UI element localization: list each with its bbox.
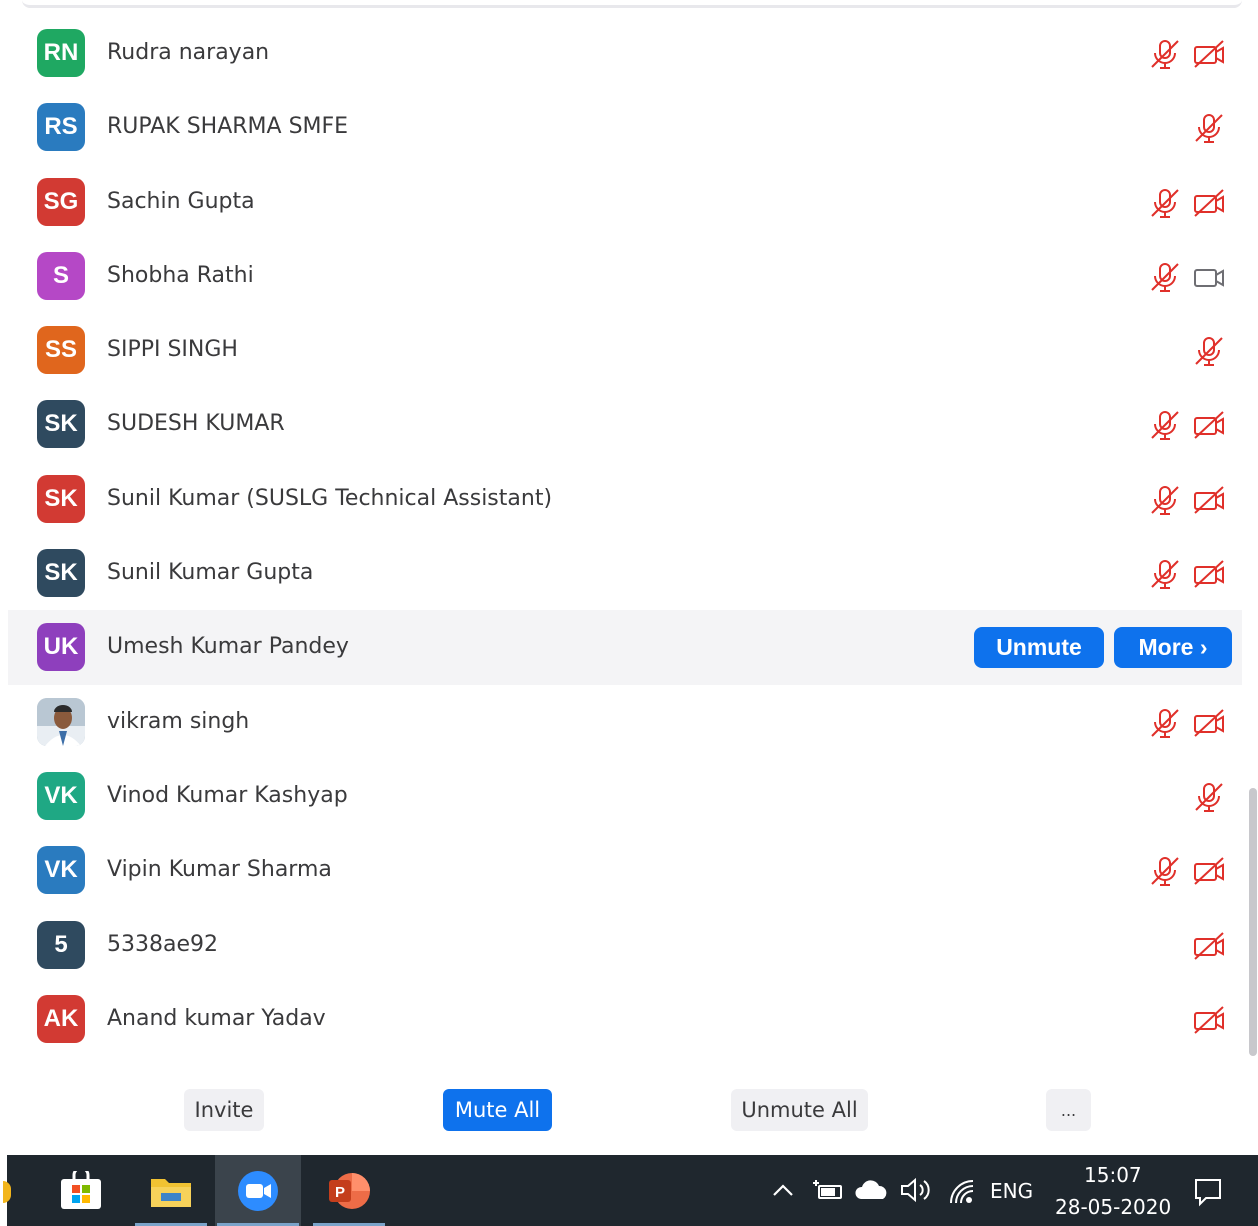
partial-app-icon[interactable] (3, 1181, 11, 1203)
participant-name: Rudra narayan (107, 40, 270, 65)
video-off-icon[interactable] (1192, 558, 1226, 590)
participant-row[interactable]: S Shobha Rathi (8, 239, 1242, 313)
video-off-icon[interactable] (1192, 409, 1226, 441)
participant-row[interactable]: RN Rudra narayan (8, 16, 1242, 90)
participant-row[interactable]: SG Sachin Gupta (8, 165, 1242, 239)
mic-muted-icon[interactable] (1148, 484, 1182, 516)
unmute-participant-button[interactable]: Unmute (974, 627, 1104, 669)
clock-date[interactable]: 28-05-2020 (1055, 1195, 1171, 1219)
avatar: SK (37, 474, 85, 523)
input-language[interactable]: ENG (990, 1179, 1033, 1203)
participant-row[interactable]: SK SUDESH KUMAR (8, 387, 1242, 461)
mic-muted-icon[interactable] (1148, 187, 1182, 219)
participant-name: SIPPI SINGH (107, 337, 238, 363)
mic-muted-icon[interactable] (1148, 558, 1182, 590)
video-off-icon[interactable] (1192, 855, 1226, 887)
participant-name: SUDESH KUMAR (107, 411, 285, 437)
avatar: UK (37, 623, 85, 672)
participants-actions-bar: Invite Mute All Unmute All ... (0, 1085, 1258, 1133)
participant-row[interactable]: AK Anand kumar Yadav (8, 982, 1242, 1056)
mic-muted-icon[interactable] (1192, 335, 1226, 367)
participant-name: Shobha Rathi (107, 262, 254, 288)
mic-muted-icon[interactable] (1148, 409, 1182, 441)
mic-muted-icon[interactable] (1148, 261, 1182, 293)
battery-charging-icon[interactable] (811, 1179, 843, 1201)
participant-name: Sunil Kumar (SUSLG Technical Assistant) (107, 485, 553, 511)
participant-row[interactable]: SK Sunil Kumar (SUSLG Technical Assistant… (8, 462, 1242, 536)
participant-row[interactable]: 5 5338ae92 (8, 908, 1242, 982)
mic-muted-icon[interactable] (1192, 781, 1226, 813)
participant-row[interactable]: SS SIPPI SINGH (8, 313, 1242, 387)
unmute-all-button[interactable]: Unmute All (731, 1089, 868, 1131)
video-off-icon[interactable] (1192, 187, 1226, 219)
more-options-button[interactable]: ... (1046, 1089, 1091, 1131)
cloud-icon[interactable] (855, 1179, 889, 1201)
participant-name: 5338ae92 (107, 931, 218, 957)
avatar: SG (37, 177, 85, 226)
microsoft-store-icon (61, 1170, 101, 1209)
scrollbar-thumb[interactable] (1249, 788, 1257, 1056)
chevron-up-icon[interactable] (771, 1181, 795, 1199)
avatar: 5 (37, 920, 85, 969)
folder-icon (151, 1178, 191, 1207)
video-off-icon[interactable] (1192, 1004, 1226, 1036)
taskbar-zoom[interactable] (215, 1155, 301, 1226)
video-off-icon[interactable] (1192, 38, 1226, 70)
participant-row[interactable]: UK Umesh Kumar Pandey Unmute More › (8, 610, 1242, 685)
invite-button[interactable]: Invite (184, 1089, 264, 1131)
participant-name: Vinod Kumar Kashyap (107, 782, 348, 808)
avatar: RN (37, 29, 85, 77)
avatar: SS (37, 326, 85, 375)
video-on-icon[interactable] (1192, 261, 1226, 293)
video-off-icon[interactable] (1192, 484, 1226, 516)
speaker-volume-icon[interactable] (899, 1177, 933, 1203)
taskbar-microsoft-store[interactable] (43, 1155, 119, 1226)
powerpoint-icon: P (329, 1172, 370, 1209)
participant-name: Vipin Kumar Sharma (107, 857, 332, 883)
mic-muted-icon[interactable] (1148, 855, 1182, 887)
mic-muted-icon[interactable] (1148, 38, 1182, 70)
participant-name: Umesh Kumar Pandey (107, 634, 349, 660)
notification-center-icon[interactable] (1193, 1177, 1223, 1207)
avatar: S (37, 251, 85, 300)
participant-name: vikram singh (107, 708, 250, 734)
participant-name: Sachin Gupta (107, 188, 255, 214)
svg-text:P: P (335, 1184, 345, 1201)
wifi-signal-icon[interactable] (947, 1177, 975, 1205)
participant-name: RUPAK SHARMA SMFE (107, 114, 349, 140)
participant-name: Anand kumar Yadav (107, 1005, 326, 1031)
participant-row[interactable]: RS RUPAK SHARMA SMFE (8, 90, 1242, 164)
avatar (37, 697, 85, 746)
participant-row[interactable]: vikram singh (8, 685, 1242, 759)
taskbar-file-explorer[interactable] (133, 1155, 209, 1226)
video-off-icon[interactable] (1192, 930, 1226, 962)
avatar: RS (37, 103, 85, 152)
participant-row[interactable]: VK Vipin Kumar Sharma (8, 833, 1242, 907)
more-participant-button[interactable]: More › (1114, 627, 1232, 669)
mute-all-button[interactable]: Mute All (443, 1089, 552, 1131)
participant-name: Sunil Kumar Gupta (107, 560, 314, 586)
windows-taskbar: P ENG 15:07 28-05-2020 (3, 1155, 1258, 1226)
participant-row[interactable]: VK Vinod Kumar Kashyap (8, 759, 1242, 833)
zoom-icon (238, 1170, 278, 1211)
avatar: VK (37, 771, 85, 820)
panel-top-edge (22, 0, 1242, 8)
avatar: SK (37, 549, 85, 598)
video-off-icon[interactable] (1192, 707, 1226, 739)
avatar: VK (37, 846, 85, 895)
mic-muted-icon[interactable] (1192, 112, 1226, 144)
avatar: AK (37, 994, 85, 1043)
participants-panel: RN Rudra narayan RS RUPAK SHARMA SMFE SG Sach… (0, 0, 1258, 1155)
clock-time[interactable]: 15:07 (1084, 1163, 1142, 1187)
avatar: SK (37, 400, 85, 449)
participant-row[interactable]: SK Sunil Kumar Gupta (8, 536, 1242, 610)
taskbar-powerpoint[interactable]: P (311, 1155, 387, 1226)
participants-list: RN Rudra narayan RS RUPAK SHARMA SMFE SG Sach… (8, 16, 1242, 1056)
mic-muted-icon[interactable] (1148, 707, 1182, 739)
